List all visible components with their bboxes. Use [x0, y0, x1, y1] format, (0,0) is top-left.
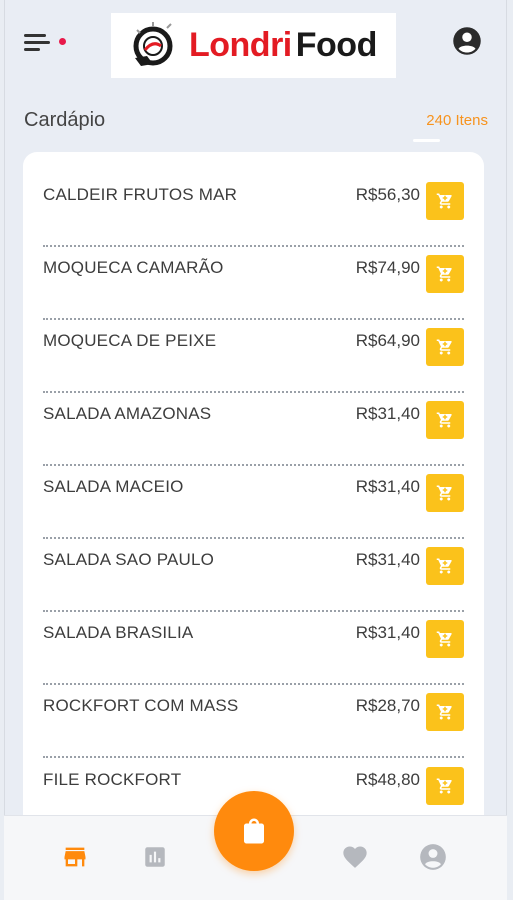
menu-list: CALDEIR FRUTOS MAR R$56,30 MOQUECA CAMAR…: [23, 152, 484, 852]
cart-icon: [436, 339, 452, 355]
chart-icon: [145, 847, 165, 867]
add-to-cart-button[interactable]: [426, 693, 464, 731]
item-name: CALDEIR FRUTOS MAR: [43, 185, 238, 204]
list-item[interactable]: ROCKFORT COM MASS R$28,70: [43, 673, 464, 758]
logo-text-londri: Londri: [189, 26, 292, 64]
store-icon: [64, 847, 86, 867]
section-title: Cardápio: [24, 109, 106, 131]
item-name: SALADA AMAZONAS: [43, 404, 212, 423]
cart-icon: [436, 778, 452, 794]
items-count[interactable]: 240 Itens: [426, 112, 488, 129]
item-name: ROCKFORT COM MASS: [43, 696, 239, 715]
item-price: R$31,40: [355, 477, 420, 496]
cart-icon: [436, 704, 452, 720]
item-name: MOQUECA CAMARÃO: [43, 258, 224, 277]
item-price: R$48,80: [355, 770, 420, 789]
cart-icon: [436, 412, 452, 428]
menu-icon[interactable]: [24, 30, 70, 56]
add-to-cart-button[interactable]: [426, 328, 464, 366]
add-to-cart-button[interactable]: [426, 620, 464, 658]
list-item[interactable]: SALADA SAO PAULO R$31,40: [43, 527, 464, 612]
item-price: R$28,70: [355, 696, 420, 715]
account-icon: [420, 844, 446, 870]
item-price: R$31,40: [355, 404, 420, 423]
list-item[interactable]: MOQUECA CAMARÃO R$74,90: [43, 235, 464, 320]
add-to-cart-button[interactable]: [426, 401, 464, 439]
add-to-cart-button[interactable]: [426, 767, 464, 805]
add-to-cart-button[interactable]: [426, 474, 464, 512]
item-price: R$64,90: [355, 331, 420, 350]
notification-dot: [59, 38, 66, 45]
add-to-cart-button[interactable]: [426, 182, 464, 220]
list-item[interactable]: SALADA MACEIO R$31,40: [43, 454, 464, 539]
list-item[interactable]: SALADA AMAZONAS R$31,40: [43, 381, 464, 466]
nav-favorites[interactable]: [340, 842, 370, 872]
nav-account[interactable]: [418, 842, 448, 872]
cart-icon: [436, 266, 452, 282]
cart-fab-button[interactable]: [214, 791, 294, 871]
list-item[interactable]: MOQUECA DE PEIXE R$64,90: [43, 308, 464, 393]
list-item[interactable]: SALADA BRASILIA R$31,40: [43, 600, 464, 685]
item-name: SALADA SAO PAULO: [43, 550, 215, 569]
cart-icon: [436, 193, 452, 209]
item-price: R$31,40: [355, 550, 420, 569]
add-to-cart-button[interactable]: [426, 255, 464, 293]
cart-icon: [436, 558, 452, 574]
heart-icon: [343, 846, 367, 868]
cart-icon: [436, 485, 452, 501]
item-price: R$56,30: [355, 185, 420, 204]
shopping-bag-icon: [244, 818, 264, 844]
item-name: SALADA MACEIO: [43, 477, 184, 496]
account-circle-icon[interactable]: [452, 26, 482, 56]
item-name: SALADA BRASILIA: [43, 623, 194, 642]
logo-mark-icon: [133, 21, 173, 66]
brand-logo: Londri Food: [111, 13, 396, 78]
item-price: R$74,90: [355, 258, 420, 277]
logo-text-food: Food: [295, 26, 378, 64]
item-name: FILE ROCKFORT: [43, 770, 182, 789]
cart-icon: [436, 631, 452, 647]
list-item[interactable]: CALDEIR FRUTOS MAR R$56,30: [43, 162, 464, 247]
items-count-underline: [413, 139, 440, 142]
item-price: R$31,40: [355, 623, 420, 642]
nav-store[interactable]: [60, 842, 90, 872]
item-name: MOQUECA DE PEIXE: [43, 331, 217, 350]
nav-stats[interactable]: [140, 842, 170, 872]
add-to-cart-button[interactable]: [426, 547, 464, 585]
